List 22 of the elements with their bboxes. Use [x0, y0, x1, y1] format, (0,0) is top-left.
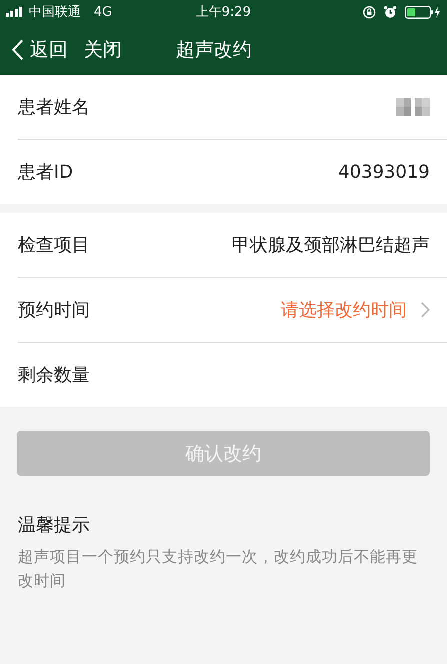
tips-text: 超声项目一个预约只支持改约一次，改约成功后不能再更改时间 — [18, 547, 419, 592]
battery-charging-icon — [404, 6, 441, 18]
field-label: 预约时间 — [18, 299, 90, 322]
tips-title: 温馨提示 — [18, 514, 91, 537]
page-title: 超声改约 — [176, 38, 252, 62]
pixelated-name-icon — [396, 98, 430, 116]
carrier-name: 中国联通 — [29, 4, 81, 21]
field-label: 患者ID — [18, 161, 74, 184]
chevron-left-icon — [12, 38, 24, 60]
network-type: 4G — [94, 4, 112, 20]
field-label: 患者姓名 — [18, 96, 90, 119]
rotation-lock-icon — [362, 6, 376, 18]
field-label: 检查项目 — [18, 234, 90, 257]
signal-icon — [6, 7, 24, 17]
field-value: 40393019 — [338, 162, 430, 182]
back-button[interactable]: 返回 — [12, 36, 68, 62]
alarm-icon — [384, 6, 397, 18]
field-label: 剩余数量 — [18, 364, 90, 387]
close-button[interactable]: 关闭 — [84, 36, 122, 62]
chevron-right-icon — [421, 302, 430, 318]
field-value: 甲状腺及颈部淋巴结超声 — [232, 234, 430, 257]
status-time: 上午9:29 — [196, 4, 252, 21]
